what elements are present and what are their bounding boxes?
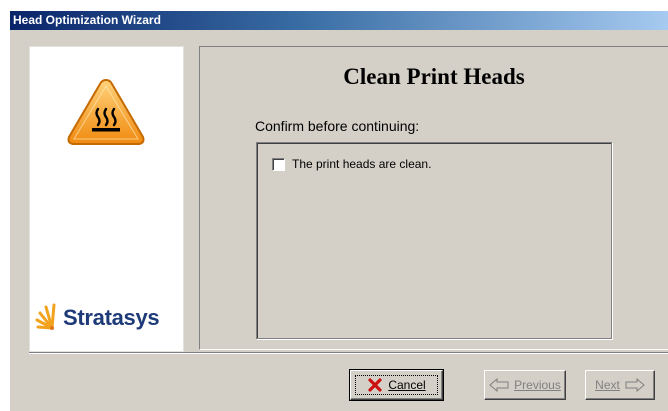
right-arrow-icon xyxy=(625,378,645,392)
stratasys-logo-text: Stratasys xyxy=(63,305,160,330)
stratasys-logo: Stratasys xyxy=(34,298,160,338)
cancel-button[interactable]: Cancel xyxy=(349,369,444,401)
sidebar-panel: Stratasys xyxy=(29,46,184,352)
hot-surface-warning-icon xyxy=(65,77,147,152)
confirm-label: Confirm before continuing: xyxy=(255,118,420,134)
clean-heads-checkbox[interactable] xyxy=(272,157,285,171)
previous-button-label: Previous xyxy=(514,378,561,392)
content-panel: Clean Print Heads Confirm before continu… xyxy=(199,46,668,350)
clean-heads-checkbox-label[interactable]: The print heads are clean. xyxy=(292,157,431,171)
next-button-label: Next xyxy=(595,378,620,392)
clean-heads-checkbox-row[interactable]: The print heads are clean. xyxy=(272,157,431,171)
previous-button[interactable]: Previous xyxy=(484,370,566,400)
next-button[interactable]: Next xyxy=(585,370,655,400)
button-separator xyxy=(29,352,668,354)
page-title: Clean Print Heads xyxy=(343,64,525,89)
stratasys-burst-icon xyxy=(34,301,60,336)
confirm-group-box: The print heads are clean. xyxy=(256,142,612,339)
focus-rectangle xyxy=(355,375,438,395)
left-arrow-icon xyxy=(489,378,509,392)
wizard-window: Head Optimization Wizard Stratasys Clean… xyxy=(10,11,668,411)
window-title-bar[interactable]: Head Optimization Wizard xyxy=(10,11,668,30)
window-title: Head Optimization Wizard xyxy=(13,13,161,27)
